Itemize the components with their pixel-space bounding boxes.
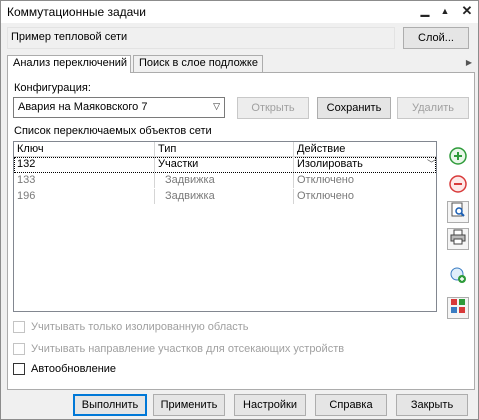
minimize-icon[interactable]: ▁ xyxy=(417,3,433,19)
layer-name-field: Пример тепловой сети xyxy=(7,27,395,49)
layer-name: Пример тепловой сети xyxy=(11,31,128,43)
objects-table[interactable]: Ключ Тип Действие 132 Участки Изолироват… xyxy=(13,141,437,312)
run-button[interactable]: Выполнить xyxy=(73,394,147,416)
cell-key: 196 xyxy=(14,189,155,204)
close-button[interactable]: Закрыть xyxy=(396,394,468,416)
title-bar: Коммутационные задачи ▁ ▲ ✕ xyxy=(1,1,478,23)
column-header-action[interactable]: Действие xyxy=(294,142,436,157)
print-icon xyxy=(450,229,466,245)
add-layer-icon xyxy=(450,267,466,283)
auto-update-checkbox[interactable] xyxy=(13,363,25,375)
save-button[interactable]: Сохранить xyxy=(317,97,391,119)
config-selected: Авария на Маяковского 7 xyxy=(18,101,148,113)
zoom-button[interactable] xyxy=(447,201,469,223)
cell-key: 133 xyxy=(14,173,155,188)
direction-checkbox[interactable] xyxy=(13,343,25,355)
config-label: Конфигурация: xyxy=(14,82,91,94)
open-button[interactable]: Открыть xyxy=(237,97,309,119)
close-icon[interactable]: ✕ xyxy=(459,3,475,19)
help-button[interactable]: Справка xyxy=(315,394,387,416)
table-row[interactable]: 132 Участки Изолировать ﹀ xyxy=(14,157,436,173)
pin-icon[interactable]: ▲ xyxy=(437,3,453,19)
settings-button[interactable]: Настройки xyxy=(234,394,306,416)
table-header: Ключ Тип Действие xyxy=(14,142,436,157)
chevron-down-icon: ▽ xyxy=(213,101,220,111)
cell-key: 132 xyxy=(14,157,155,172)
delete-button[interactable]: Удалить xyxy=(397,97,469,119)
layer-button[interactable]: Слой... xyxy=(403,27,469,49)
column-header-type[interactable]: Тип xyxy=(155,142,294,157)
grid-settings-button[interactable] xyxy=(447,297,469,319)
cell-action: Отключено xyxy=(297,174,354,186)
tab-bar: Анализ переключений Поиск в слое подложк… xyxy=(7,55,476,73)
action-dropdown-icon[interactable]: ﹀ xyxy=(427,157,436,172)
config-select[interactable]: Авария на Маяковского 7 ▽ xyxy=(13,97,225,118)
remove-button[interactable] xyxy=(447,174,469,196)
cell-action[interactable]: Изолировать xyxy=(294,157,427,172)
table-row[interactable]: 133 Задвижка Отключено xyxy=(14,173,436,189)
add-layer-button[interactable] xyxy=(447,266,469,288)
table-row[interactable]: 196 Задвижка Отключено xyxy=(14,189,436,205)
tab-scroll-right-icon[interactable]: ▶ xyxy=(462,55,476,71)
grid-settings-icon xyxy=(451,299,465,313)
window: Коммутационные задачи ▁ ▲ ✕ Пример тепло… xyxy=(0,0,479,420)
window-title: Коммутационные задачи xyxy=(7,5,147,19)
apply-button[interactable]: Применить xyxy=(153,394,225,416)
isolated-only-label: Учитывать только изолированную область xyxy=(31,321,249,333)
add-button[interactable] xyxy=(447,146,469,168)
add-icon xyxy=(449,147,467,165)
tab-switch-analysis[interactable]: Анализ переключений xyxy=(7,55,131,73)
column-header-key[interactable]: Ключ xyxy=(14,142,155,157)
direction-label: Учитывать направление участков для отсек… xyxy=(31,343,345,355)
list-label: Список переключаемых объектов сети xyxy=(14,125,212,137)
tab-substrate-search[interactable]: Поиск в слое подложке xyxy=(133,55,263,72)
print-button[interactable] xyxy=(447,228,469,250)
isolated-only-checkbox[interactable] xyxy=(13,321,25,333)
cell-type: Задвижка xyxy=(155,173,294,188)
remove-icon xyxy=(449,175,467,193)
cell-action: Отключено xyxy=(297,190,354,202)
cell-type: Задвижка xyxy=(155,189,294,204)
auto-update-label: Автообновление xyxy=(31,363,117,375)
zoom-icon xyxy=(451,202,465,217)
cell-type: Участки xyxy=(155,157,294,172)
